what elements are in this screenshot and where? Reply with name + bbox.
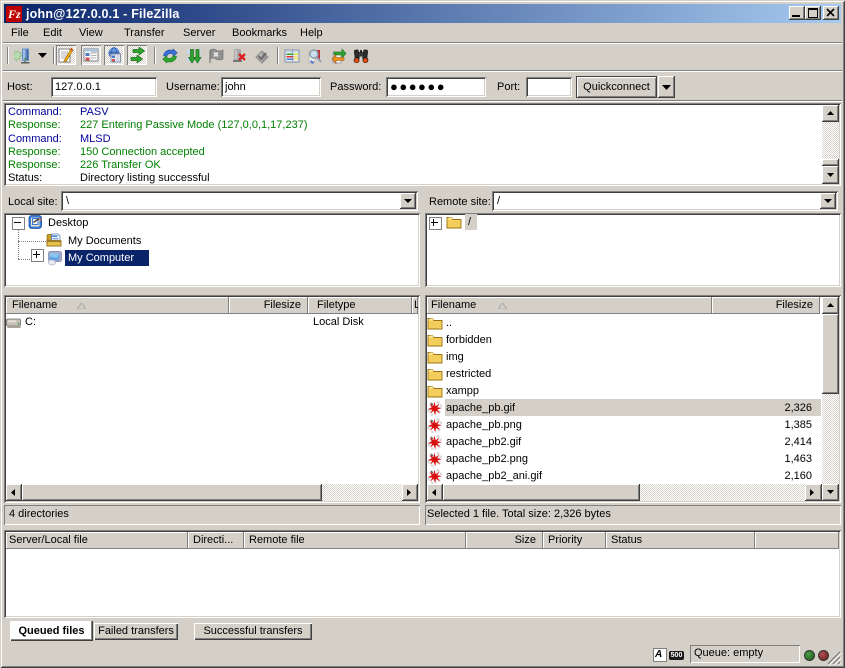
svg-text:Fz: Fz — [7, 7, 21, 21]
